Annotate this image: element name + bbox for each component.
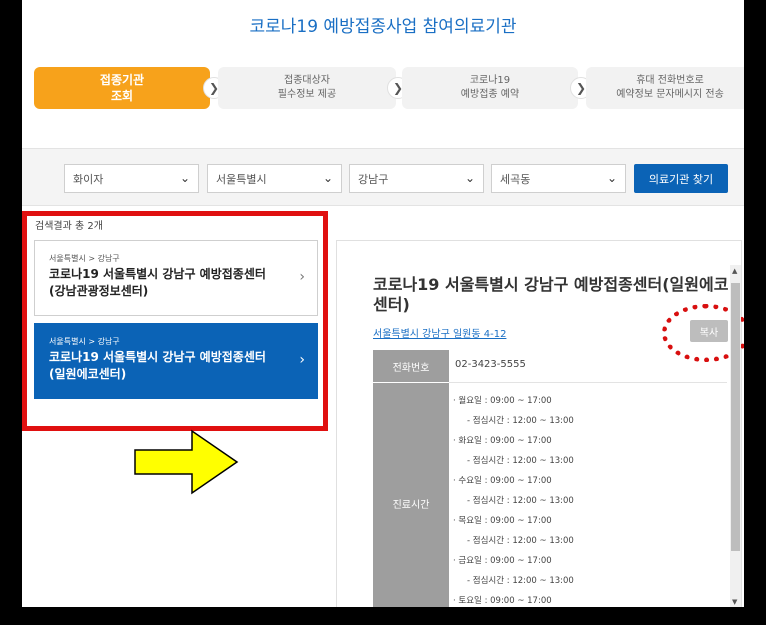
dong-select-value: 세곡동 xyxy=(500,172,531,186)
step-1-label: 접종기관 xyxy=(99,73,145,87)
step-4-sms[interactable]: 휴대 전화번호로 예약정보 문자메시지 전송 xyxy=(586,67,744,109)
step-1-sublabel: 조회 xyxy=(110,89,134,103)
step-2-sublabel: 필수정보 제공 xyxy=(277,89,337,100)
step-3-reservation[interactable]: 코로나19 예방접종 예약 xyxy=(402,67,578,109)
step-2-label: 접종대상자 xyxy=(284,75,330,86)
clinic-detail-panel: 코로나19 서울특별시 강남구 예방접종센터(일원에코센터) 서울특별시 강남구… xyxy=(336,240,744,607)
hours-day: · 화요일 : 09:00 ~ 17:00 xyxy=(453,436,552,446)
chevron-down-icon: ⌄ xyxy=(322,171,333,185)
hours-lunch: - 점심시간 : 12:00 ~ 13:00 xyxy=(467,496,574,506)
scroll-up-icon[interactable]: ▲ xyxy=(732,267,737,275)
city-select-value: 서울특별시 xyxy=(216,172,267,186)
scroll-down-icon[interactable]: ▼ xyxy=(732,598,737,606)
hours-day: · 수요일 : 09:00 ~ 17:00 xyxy=(453,476,552,486)
hours-day: · 금요일 : 09:00 ~ 17:00 xyxy=(453,556,552,566)
step-3-label: 코로나19 xyxy=(469,75,511,86)
page-title: 코로나19 예방접종사업 참여의료기관 xyxy=(249,17,517,37)
hours-lunch: - 점심시간 : 12:00 ~ 13:00 xyxy=(467,416,574,426)
dong-select[interactable]: 세곡동 ⌄ xyxy=(491,164,626,193)
find-clinic-button[interactable]: 의료기관 찾기 xyxy=(634,164,728,193)
hours-day: · 목요일 : 09:00 ~ 17:00 xyxy=(453,516,552,526)
scrollbar-thumb[interactable] xyxy=(731,283,740,551)
step-4-sublabel: 예약정보 문자메시지 전송 xyxy=(616,89,724,100)
hours-lunch: - 점심시간 : 12:00 ~ 13:00 xyxy=(467,536,574,546)
chevron-down-icon: ⌄ xyxy=(179,171,190,185)
hours-label: 진료시간 xyxy=(373,383,449,607)
vaccine-select-value: 화이자 xyxy=(73,172,104,186)
phone-value: 02-3423-5555 xyxy=(455,359,526,370)
hours-day: · 토요일 : 09:00 ~ 17:00 xyxy=(453,596,552,606)
page: 코로나19 예방접종사업 참여의료기관 접종기관 조회 ❯ 접종대상자 필수정보… xyxy=(22,0,744,607)
step-4-label: 휴대 전화번호로 xyxy=(636,75,704,86)
arrow-right-icon xyxy=(134,429,239,495)
clinic-address-link[interactable]: 서울특별시 강남구 일원동 4-12 xyxy=(373,325,506,340)
city-select[interactable]: 서울특별시 ⌄ xyxy=(207,164,342,193)
hours-list: · 월요일 : 09:00 ~ 17:00 - 점심시간 : 12:00 ~ 1… xyxy=(453,391,574,607)
hours-lunch: - 점심시간 : 12:00 ~ 13:00 xyxy=(467,456,574,466)
hours-lunch: - 점심시간 : 12:00 ~ 13:00 xyxy=(467,576,574,586)
step-navigation: 접종기관 조회 ❯ 접종대상자 필수정보 제공 ❯ 코로나19 예방접종 예약 … xyxy=(34,67,744,109)
step-2-info[interactable]: 접종대상자 필수정보 제공 xyxy=(218,67,396,109)
chevron-down-icon: ⌄ xyxy=(464,171,475,185)
detail-scrollbar[interactable]: ▲ ▼ xyxy=(730,265,741,607)
step-1-clinic-search[interactable]: 접종기관 조회 xyxy=(34,67,210,109)
filter-bar: 화이자 ⌄ 서울특별시 ⌄ 강남구 ⌄ 세곡동 ⌄ 의료기관 찾기 xyxy=(22,148,744,206)
step-3-sublabel: 예방접종 예약 xyxy=(460,89,520,100)
divider xyxy=(449,382,727,383)
phone-label: 전화번호 xyxy=(373,350,449,382)
district-select[interactable]: 강남구 ⌄ xyxy=(349,164,484,193)
vaccine-select[interactable]: 화이자 ⌄ xyxy=(64,164,199,193)
district-select-value: 강남구 xyxy=(358,172,389,186)
chevron-down-icon: ⌄ xyxy=(606,171,617,185)
hours-day: · 월요일 : 09:00 ~ 17:00 xyxy=(453,396,552,406)
highlight-box xyxy=(22,211,328,431)
